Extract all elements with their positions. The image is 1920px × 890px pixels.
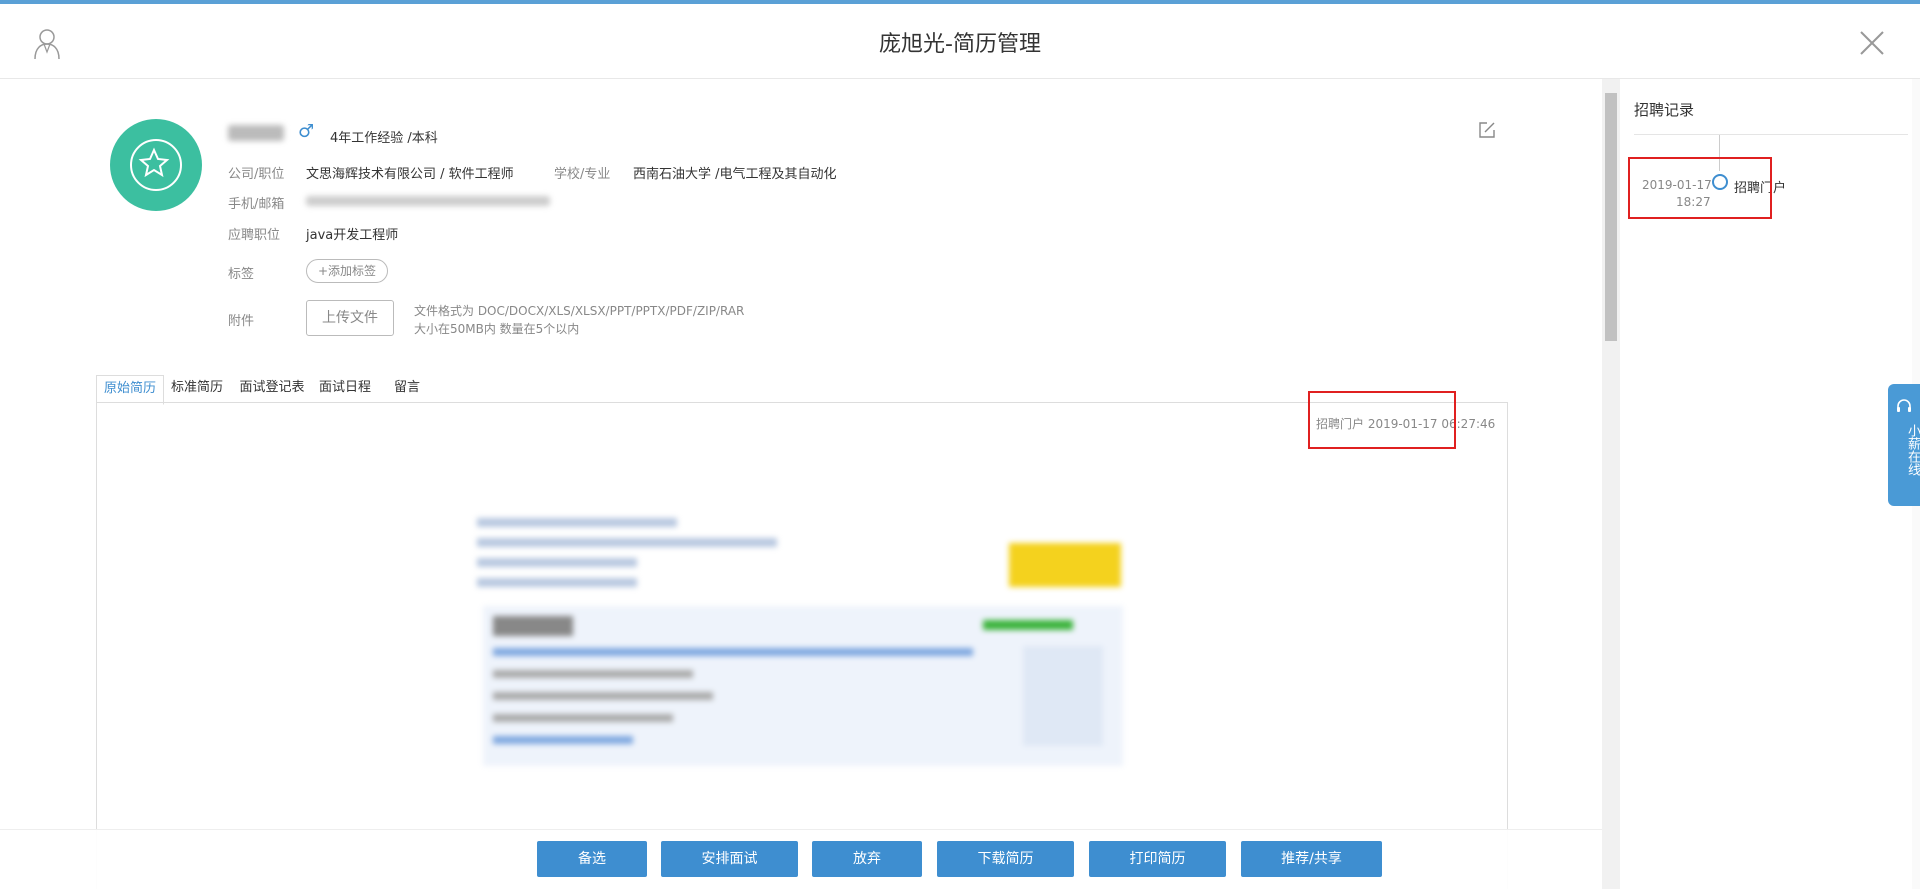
contact-label: 手机/邮箱 — [228, 197, 285, 212]
divider — [1634, 134, 1908, 135]
tab-interview-schedule[interactable]: 面试日程 — [316, 375, 374, 403]
candidate-name-redacted — [228, 125, 284, 141]
recommend-share-button[interactable]: 推荐/共享 — [1241, 841, 1382, 877]
experience-summary: 4年工作经验 /本科 — [330, 131, 438, 146]
school-value: 西南石油大学 /电气工程及其自动化 — [633, 167, 837, 182]
recruitment-records-panel: 招聘记录 2019-01-17 18:27 招聘门户 — [1620, 79, 1920, 889]
file-size-hint: 大小在50MB内 数量在5个以内 — [414, 322, 580, 336]
upload-file-button[interactable]: 上传文件 — [306, 300, 394, 336]
chat-tab-label: 小薪在线 — [1905, 424, 1920, 476]
tab-interview-form[interactable]: 面试登记表 — [236, 375, 308, 403]
add-tag-button[interactable]: +添加标签 — [306, 259, 388, 283]
headset-icon — [1897, 399, 1911, 412]
resume-blurred-header — [477, 518, 777, 598]
resume-panel — [96, 402, 1508, 889]
gender-male-icon: ♂ — [298, 121, 315, 142]
records-heading: 招聘记录 — [1634, 101, 1695, 119]
content-scrollbar[interactable] — [1602, 79, 1620, 889]
attachment-label: 附件 — [228, 314, 255, 329]
edit-icon[interactable] — [1478, 121, 1496, 139]
resume-logo-blurred — [1009, 543, 1121, 587]
tab-standard-resume[interactable]: 标准简历 — [168, 375, 226, 403]
company-value: 文思海辉技术有限公司 / 软件工程师 — [306, 167, 514, 182]
download-resume-button[interactable]: 下载简历 — [937, 841, 1074, 877]
action-bar: 备选 安排面试 放弃 下载简历 打印简历 推荐/共享 — [0, 829, 1602, 890]
print-resume-button[interactable]: 打印简历 — [1089, 841, 1226, 877]
resume-content: ♂ 4年工作经验 /本科 公司/职位 文思海辉技术有限公司 / 软件工程师 学校… — [0, 79, 1602, 889]
position-value: java开发工程师 — [306, 228, 399, 243]
tab-original-resume[interactable]: 原始简历 — [96, 375, 164, 405]
tags-label: 标签 — [228, 267, 255, 282]
highlight-box-source — [1308, 391, 1456, 449]
shortlist-button[interactable]: 备选 — [537, 841, 647, 877]
company-label: 公司/职位 — [228, 167, 285, 182]
highlight-box-record — [1628, 157, 1772, 219]
position-label: 应聘职位 — [228, 228, 281, 243]
star-icon — [138, 147, 170, 178]
school-label: 学校/专业 — [554, 167, 611, 182]
avatar — [110, 119, 202, 211]
reject-button[interactable]: 放弃 — [812, 841, 922, 877]
modal-header: 庞旭光-简历管理 — [0, 4, 1920, 79]
page-title: 庞旭光-简历管理 — [879, 32, 1041, 57]
tab-messages[interactable]: 留言 — [392, 375, 422, 403]
close-icon[interactable] — [1857, 28, 1887, 58]
resume-blurred-body — [483, 606, 1123, 766]
file-format-hint: 文件格式为 DOC/DOCX/XLS/XLSX/PPT/PPTX/PDF/ZIP… — [414, 304, 745, 318]
schedule-interview-button[interactable]: 安排面试 — [661, 841, 798, 877]
online-chat-tab[interactable]: 小薪在线 — [1888, 384, 1920, 506]
scrollbar-thumb[interactable] — [1605, 93, 1617, 341]
contact-value-redacted — [306, 196, 550, 206]
